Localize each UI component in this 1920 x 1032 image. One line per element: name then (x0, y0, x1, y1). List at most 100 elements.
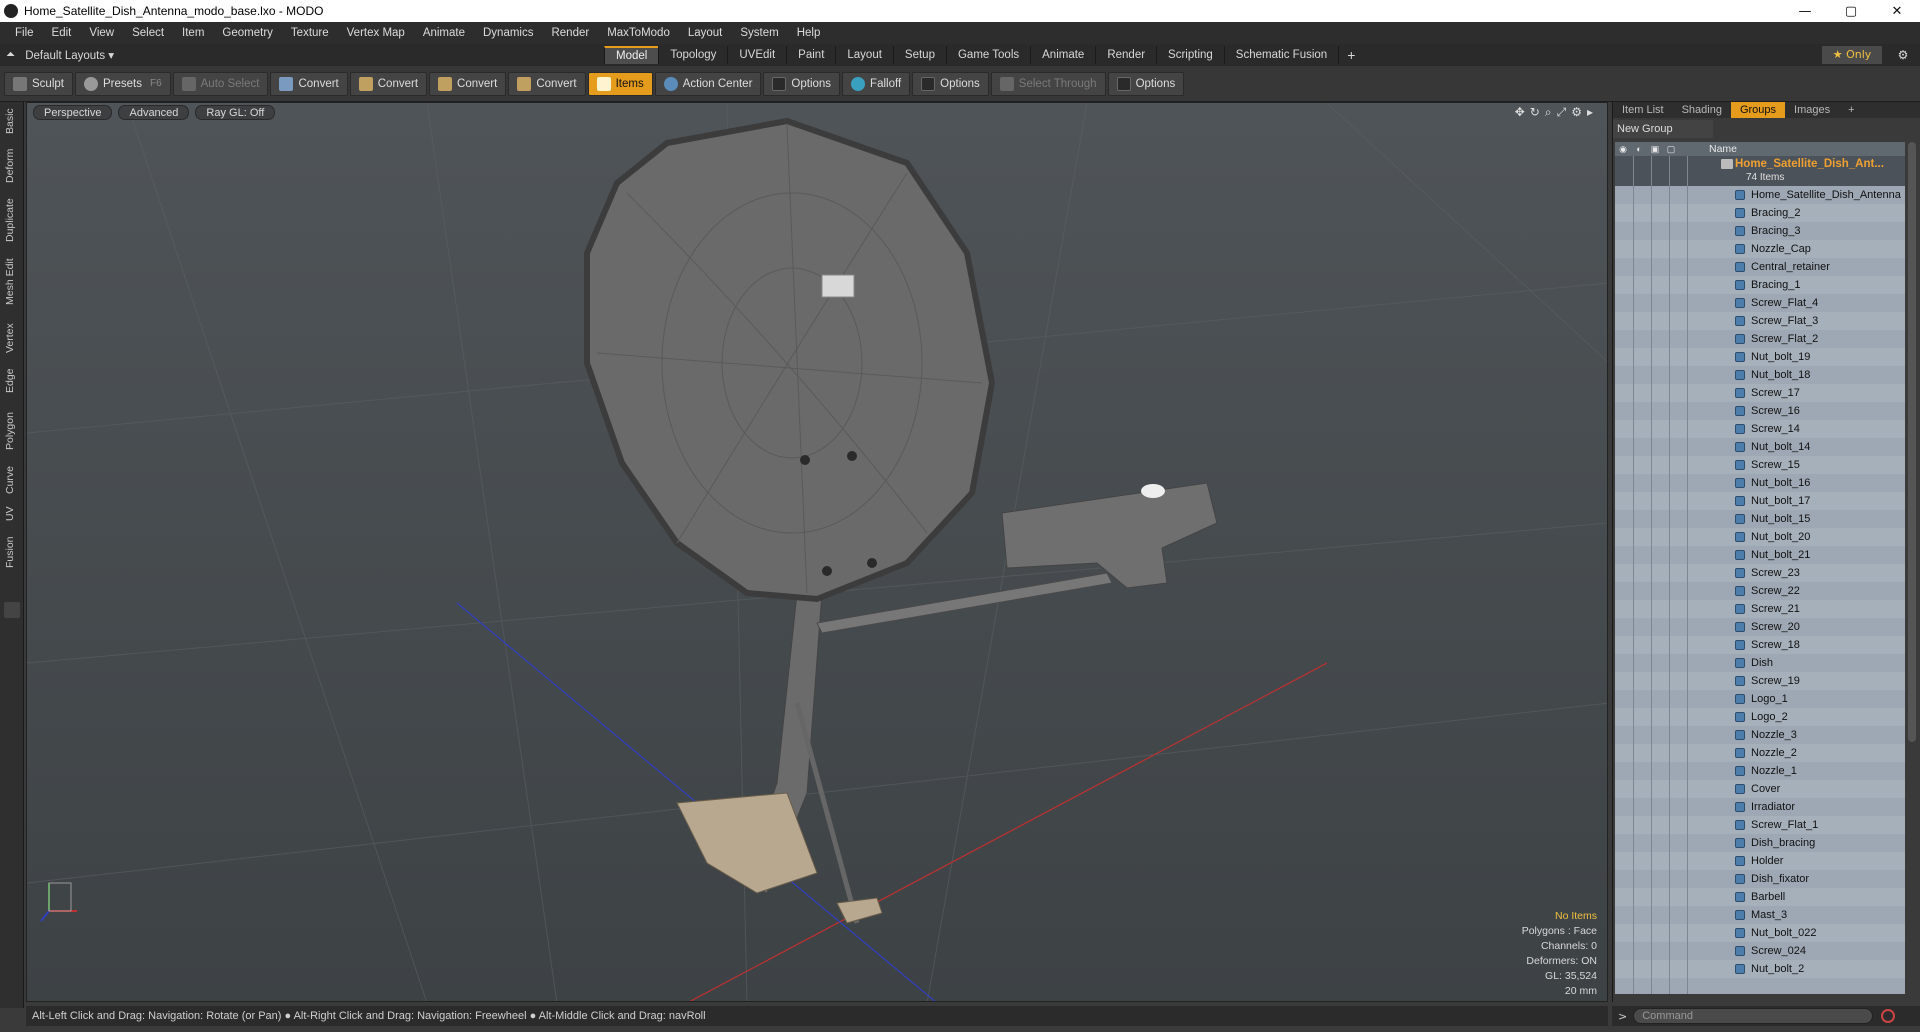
play-arrow-icon[interactable]: ▸ (1587, 105, 1593, 120)
tab-shading[interactable]: Shading (1673, 102, 1731, 118)
sculpt-button[interactable]: Sculpt (4, 71, 73, 96)
render-column-icon[interactable]: ◐ (1631, 142, 1647, 156)
menu-texture[interactable]: Texture (282, 27, 338, 39)
fit-view-icon[interactable]: ⤢ (1557, 105, 1567, 120)
list-item[interactable]: Nut_bolt_15 (1615, 510, 1905, 528)
tab-game-tools[interactable]: Game Tools (945, 46, 1030, 64)
viewport-scene[interactable] (27, 103, 1608, 1002)
add-tab-button[interactable]: + (1338, 46, 1363, 64)
tab-render[interactable]: Render (1095, 46, 1156, 64)
options-button-3[interactable]: Options (1107, 71, 1185, 96)
list-item[interactable]: Logo_1 (1615, 690, 1905, 708)
checkbox-icon[interactable] (772, 76, 787, 91)
close-button[interactable]: ✕ (1874, 0, 1920, 22)
strip-tab-basic[interactable]: Basic (4, 106, 20, 136)
command-input[interactable]: Command (1633, 1008, 1874, 1024)
menu-edit[interactable]: Edit (43, 27, 81, 39)
list-item[interactable]: Screw_Flat_2 (1615, 330, 1905, 348)
move-view-icon[interactable]: ✥ (1515, 105, 1525, 120)
list-item[interactable]: Screw_23 (1615, 564, 1905, 582)
gear-icon[interactable]: ⚙ (1894, 46, 1912, 64)
list-item[interactable]: Nut_bolt_17 (1615, 492, 1905, 510)
list-item[interactable]: Screw_22 (1615, 582, 1905, 600)
tab-groups[interactable]: Groups (1730, 102, 1786, 118)
select-column-icon[interactable]: ▢ (1663, 142, 1679, 156)
menu-dynamics[interactable]: Dynamics (474, 27, 542, 39)
list-item[interactable]: Dish_bracing (1615, 834, 1905, 852)
menu-help[interactable]: Help (788, 27, 830, 39)
list-item[interactable]: Nozzle_3 (1615, 726, 1905, 744)
checkbox-icon[interactable] (1116, 76, 1131, 91)
strip-tab-duplicate[interactable]: Duplicate (4, 194, 20, 246)
items-mode-button[interactable]: Items (587, 71, 653, 96)
tab-images[interactable]: Images (1785, 102, 1839, 118)
convert-button-4[interactable]: Convert (508, 71, 586, 96)
tab-model[interactable]: Model (604, 46, 659, 64)
strip-tab-vertex[interactable]: Vertex (4, 318, 20, 358)
tab-item-list[interactable]: Item List (1613, 102, 1673, 118)
group-row[interactable]: Home_Satellite_Dish_Ant... 74 Items (1615, 156, 1905, 186)
list-item[interactable]: Nut_bolt_022 (1615, 924, 1905, 942)
only-toggle[interactable]: ★ Only (1822, 46, 1882, 64)
list-item[interactable]: Screw_18 (1615, 636, 1905, 654)
list-item[interactable]: Nozzle_2 (1615, 744, 1905, 762)
list-item[interactable]: Bracing_3 (1615, 222, 1905, 240)
tab-scripting[interactable]: Scripting (1156, 46, 1224, 64)
menu-maxtomodo[interactable]: MaxToModo (598, 27, 679, 39)
list-item[interactable]: Nut_bolt_20 (1615, 528, 1905, 546)
menu-geometry[interactable]: Geometry (213, 27, 282, 39)
list-item[interactable]: Nut_bolt_16 (1615, 474, 1905, 492)
select-through-button[interactable]: Select Through (990, 71, 1106, 96)
list-item[interactable]: Nozzle_Cap (1615, 240, 1905, 258)
list-item[interactable]: Nut_bolt_14 (1615, 438, 1905, 456)
zoom-view-icon[interactable]: ⌕ (1545, 105, 1552, 120)
add-panel-tab-button[interactable]: + (1839, 102, 1863, 118)
tab-topology[interactable]: Topology (658, 46, 727, 64)
strip-tab-mesh-edit[interactable]: Mesh Edit (4, 254, 20, 310)
list-item[interactable]: Mast_3 (1615, 906, 1905, 924)
layouts-selector[interactable]: ⏶ Default Layouts ▾ (0, 48, 600, 63)
list-item[interactable]: Screw_20 (1615, 618, 1905, 636)
list-item[interactable]: Cover (1615, 780, 1905, 798)
list-item[interactable]: Screw_Flat_1 (1615, 816, 1905, 834)
strip-toggle-button[interactable] (4, 602, 20, 618)
maximize-button[interactable]: ▢ (1828, 0, 1874, 22)
rotate-view-icon[interactable]: ↻ (1530, 105, 1540, 120)
minimize-button[interactable]: — (1782, 0, 1828, 22)
list-item[interactable]: Nut_bolt_2 (1615, 960, 1905, 978)
list-item[interactable]: Nut_bolt_18 (1615, 366, 1905, 384)
new-group-button[interactable]: New Group (1613, 120, 1713, 138)
name-column-header[interactable]: Name (1709, 143, 1737, 155)
list-item[interactable]: Nut_bolt_21 (1615, 546, 1905, 564)
3d-viewport[interactable]: Perspective Advanced Ray GL: Off ✥ ↻ ⌕ ⤢… (26, 102, 1608, 1002)
list-item[interactable]: Screw_14 (1615, 420, 1905, 438)
list-item[interactable]: Screw_17 (1615, 384, 1905, 402)
list-item[interactable]: Screw_024 (1615, 942, 1905, 960)
visibility-column-icon[interactable]: ◉ (1615, 142, 1631, 156)
menu-layout[interactable]: Layout (679, 27, 732, 39)
strip-tab-deform[interactable]: Deform (4, 146, 20, 186)
advanced-button[interactable]: Advanced (118, 105, 190, 120)
up-arrow-icon[interactable]: ⏶ (6, 49, 15, 62)
menu-select[interactable]: Select (123, 27, 173, 39)
ray-gl-button[interactable]: Ray GL: Off (195, 105, 276, 120)
list-item[interactable]: Dish_fixator (1615, 870, 1905, 888)
menu-animate[interactable]: Animate (414, 27, 474, 39)
menu-view[interactable]: View (80, 27, 123, 39)
list-item[interactable]: Screw_Flat_4 (1615, 294, 1905, 312)
list-item[interactable]: Nozzle_1 (1615, 762, 1905, 780)
gear-icon[interactable]: ⚙ (1571, 105, 1582, 120)
list-item[interactable]: Barbell (1615, 888, 1905, 906)
menu-item[interactable]: Item (173, 27, 213, 39)
record-icon[interactable] (1881, 1009, 1896, 1023)
list-item[interactable]: Bracing_2 (1615, 204, 1905, 222)
default-layouts-dropdown[interactable]: Default Layouts ▾ (25, 48, 114, 62)
auto-select-button[interactable]: Auto Select (172, 71, 269, 96)
menu-vertex-map[interactable]: Vertex Map (338, 27, 414, 39)
convert-button-3[interactable]: Convert (429, 71, 507, 96)
falloff-button[interactable]: Falloff (842, 71, 911, 96)
list-item[interactable]: Logo_2 (1615, 708, 1905, 726)
list-item[interactable]: Home_Satellite_Dish_Antenna (1615, 186, 1905, 204)
list-item[interactable]: Central_retainer (1615, 258, 1905, 276)
lock-column-icon[interactable]: ▣ (1647, 142, 1663, 156)
